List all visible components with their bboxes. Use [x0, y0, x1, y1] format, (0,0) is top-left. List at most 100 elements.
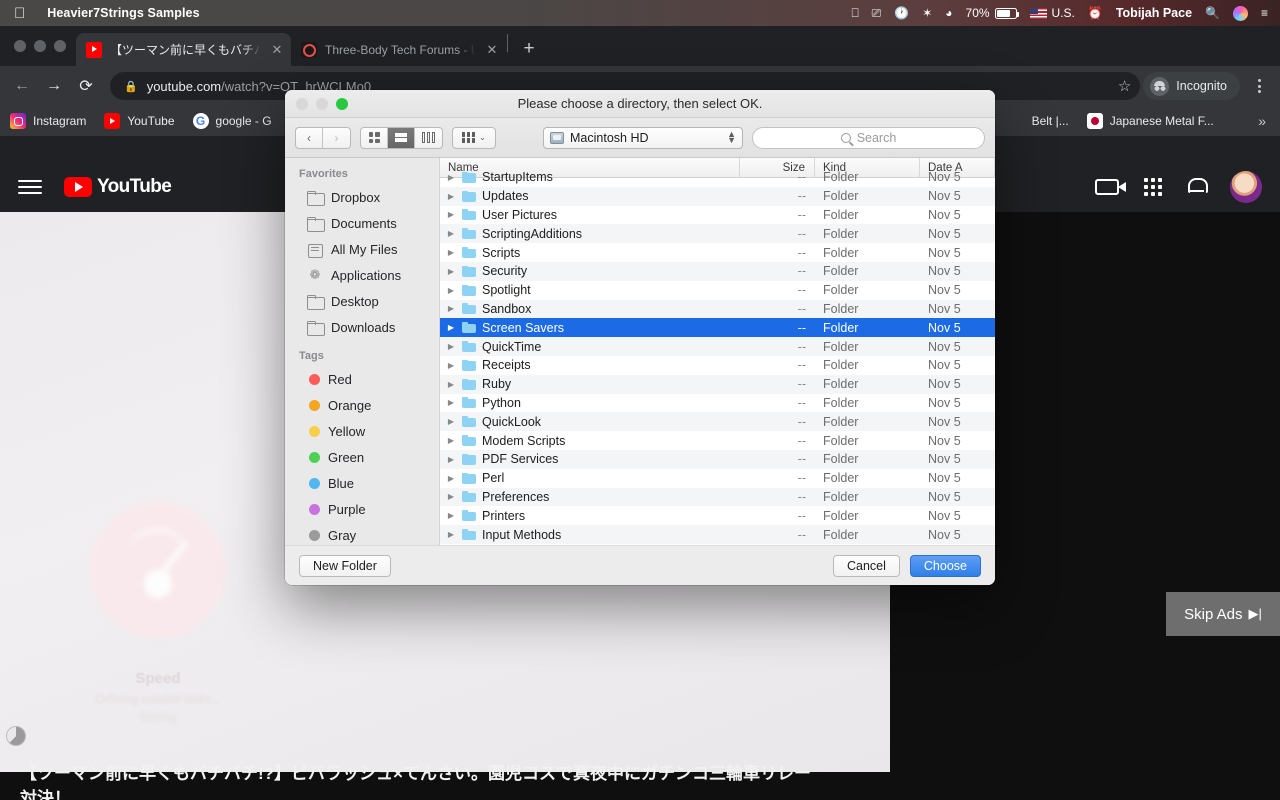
bookmark-star-icon[interactable]: ☆: [1118, 77, 1131, 95]
window-minimize-button[interactable]: [34, 40, 46, 52]
bookmark-japanese-metal[interactable]: Japanese Metal F...: [1086, 113, 1214, 129]
disclosure-triangle-icon[interactable]: ▶: [440, 417, 462, 426]
table-row[interactable]: ▶ Spotlight -- Folder Nov 5: [440, 281, 995, 300]
disclosure-triangle-icon[interactable]: ▶: [440, 173, 462, 182]
dialog-back-icon[interactable]: ‹: [296, 127, 323, 148]
new-folder-button[interactable]: New Folder: [299, 554, 391, 577]
dialog-minimize-button[interactable]: [316, 98, 328, 110]
user-name[interactable]: Tobijah Pace: [1116, 6, 1192, 20]
disclosure-triangle-icon[interactable]: ▶: [440, 192, 462, 201]
disclosure-triangle-icon[interactable]: ▶: [440, 511, 462, 520]
apple-logo-icon[interactable]: : [14, 6, 47, 21]
menu-icon[interactable]: [18, 175, 42, 199]
disclosure-triangle-icon[interactable]: ▶: [440, 474, 462, 483]
notification-center-icon[interactable]: ≡: [1261, 6, 1268, 20]
table-row[interactable]: ▶ Python -- Folder Nov 5: [440, 394, 995, 413]
bluetooth-icon[interactable]: ✶: [922, 6, 932, 20]
input-source[interactable]: U.S.: [1029, 6, 1075, 20]
list-view-button[interactable]: [388, 127, 415, 148]
location-dropdown[interactable]: Macintosh HD ▲ ▼: [543, 126, 743, 149]
sidebar-item-documents[interactable]: Documents: [285, 210, 439, 236]
arrange-by-button[interactable]: ⌄: [452, 126, 496, 149]
new-tab-button[interactable]: +: [515, 35, 543, 63]
choose-button[interactable]: Choose: [909, 554, 981, 577]
table-row[interactable]: ▶ Modem Scripts -- Folder Nov 5: [440, 431, 995, 450]
disclosure-triangle-icon[interactable]: ▶: [440, 342, 462, 351]
siri-icon[interactable]: [1232, 5, 1248, 21]
forward-icon[interactable]: →: [40, 72, 68, 100]
disclosure-triangle-icon[interactable]: ▶: [440, 361, 462, 370]
disclosure-triangle-icon[interactable]: ▶: [440, 304, 462, 313]
sidebar-item-all-my-files[interactable]: All My Files: [285, 236, 439, 262]
incognito-profile-button[interactable]: Incognito: [1143, 72, 1240, 100]
chrome-menu-icon[interactable]: [1246, 73, 1272, 99]
back-icon[interactable]: ←: [8, 72, 36, 100]
sidebar-item-dropbox[interactable]: Dropbox: [285, 184, 439, 210]
time-machine-icon[interactable]: 🕐: [894, 6, 909, 20]
table-row[interactable]: ▶ Receipts -- Folder Nov 5: [440, 356, 995, 375]
icon-view-button[interactable]: [361, 127, 388, 148]
file-chooser-dialog[interactable]: Please choose a directory, then select O…: [285, 90, 995, 585]
skip-ads-button[interactable]: Skip Ads ▶|: [1166, 592, 1280, 636]
bookmark-instagram[interactable]: Instagram: [10, 113, 86, 129]
bookmark-youtube[interactable]: YouTube: [104, 113, 175, 129]
disclosure-triangle-icon[interactable]: ▶: [440, 210, 462, 219]
wifi-icon[interactable]: ◕: [945, 6, 952, 20]
bookmark-belt[interactable]: Belt |...: [1032, 114, 1069, 128]
disclosure-triangle-icon[interactable]: ▶: [440, 398, 462, 407]
table-row[interactable]: ▶ ScriptingAdditions -- Folder Nov 5: [440, 224, 995, 244]
table-row[interactable]: ▶ Sandbox -- Folder Nov 5: [440, 299, 995, 319]
window-close-button[interactable]: [14, 40, 26, 52]
table-row[interactable]: ▶ StartupItems -- Folder Nov 5: [440, 168, 995, 187]
tab-close-icon[interactable]: ✕: [484, 42, 500, 58]
table-row[interactable]: ▶ PDF Services -- Folder Nov 5: [440, 449, 995, 469]
sidebar-tag-blue[interactable]: Blue: [285, 470, 439, 496]
create-video-icon[interactable]: [1095, 179, 1126, 195]
airplay-icon[interactable]: ⎚: [872, 6, 882, 21]
table-row[interactable]: ▶ Input Methods -- Folder Nov 5: [440, 525, 995, 544]
column-view-button[interactable]: [415, 128, 442, 148]
table-row[interactable]: ▶ QuickLook -- Folder Nov 5: [440, 412, 995, 432]
disclosure-triangle-icon[interactable]: ▶: [440, 323, 462, 332]
disclosure-triangle-icon[interactable]: ▶: [440, 229, 462, 238]
dialog-maximize-button[interactable]: [336, 98, 348, 110]
sidebar-item-applications[interactable]: ❁ Applications: [285, 262, 439, 288]
reload-icon[interactable]: ⟳: [72, 72, 100, 100]
sidebar-tag-yellow[interactable]: Yellow: [285, 418, 439, 444]
search-input[interactable]: Search: [752, 126, 985, 149]
tab-three-body-forums[interactable]: Three-Body Tech Forums - Use ✕: [291, 33, 506, 66]
sidebar-tag-red[interactable]: Red: [285, 366, 439, 392]
table-row[interactable]: ▶ Ruby -- Folder Nov 5: [440, 374, 995, 394]
disclosure-triangle-icon[interactable]: ▶: [440, 267, 462, 276]
stepper-icon[interactable]: ▲ ▼: [727, 130, 736, 144]
youtube-apps-icon[interactable]: [1144, 178, 1162, 196]
sidebar-item-downloads[interactable]: Downloads: [285, 314, 439, 340]
window-maximize-button[interactable]: [54, 40, 66, 52]
disclosure-triangle-icon[interactable]: ▶: [440, 492, 462, 501]
bookmark-google[interactable]: G google - G: [192, 113, 272, 129]
notifications-bell-icon[interactable]: [1187, 177, 1208, 197]
tab-close-icon[interactable]: ✕: [269, 42, 285, 58]
cancel-button[interactable]: Cancel: [832, 554, 900, 577]
youtube-logo[interactable]: YouTube: [64, 176, 172, 198]
table-row[interactable]: ▶ User Pictures -- Folder Nov 5: [440, 206, 995, 225]
disclosure-triangle-icon[interactable]: ▶: [440, 455, 462, 464]
sidebar-tag-gray[interactable]: Gray: [285, 522, 439, 545]
disclosure-triangle-icon[interactable]: ▶: [440, 286, 462, 295]
dialog-close-button[interactable]: [296, 98, 308, 110]
sidebar-tag-purple[interactable]: Purple: [285, 496, 439, 522]
sidebar-tag-orange[interactable]: Orange: [285, 392, 439, 418]
table-row[interactable]: ▶ Updates -- Folder Nov 5: [440, 186, 995, 206]
dialog-forward-icon[interactable]: ›: [323, 128, 350, 148]
battery-status[interactable]: 70%: [966, 6, 1020, 20]
table-row[interactable]: ▶ Preferences -- Folder Nov 5: [440, 487, 995, 507]
table-row[interactable]: ▶ QuickTime -- Folder Nov 5: [440, 337, 995, 356]
disclosure-triangle-icon[interactable]: ▶: [440, 530, 462, 539]
tab-youtube[interactable]: 【ツーマン前に早くもバチバチ!? ✕: [76, 33, 291, 66]
table-row[interactable]: ▶ Printers -- Folder Nov 5: [440, 506, 995, 525]
table-row[interactable]: ▶ Screen Savers -- Folder Nov 5: [440, 318, 995, 338]
table-row[interactable]: ▶ Perl -- Folder Nov 5: [440, 469, 995, 488]
spotlight-icon[interactable]: 🔍: [1205, 6, 1220, 20]
file-list[interactable]: Name Size Kind Date A ▶ StartupItems -- Fol…: [440, 158, 995, 545]
disclosure-triangle-icon[interactable]: ▶: [440, 248, 462, 257]
